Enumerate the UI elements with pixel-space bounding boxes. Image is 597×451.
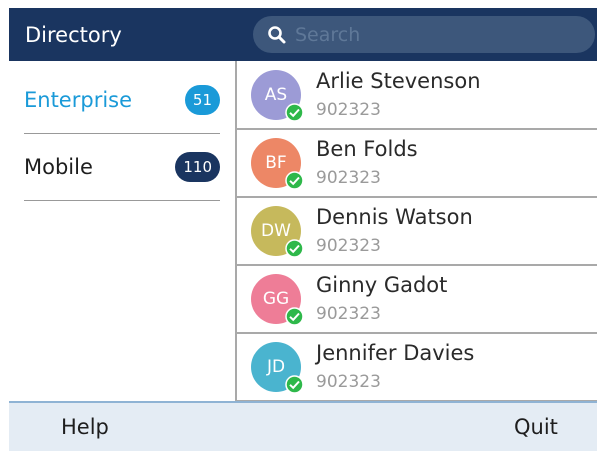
contact-name: Arlie Stevenson [316, 69, 481, 93]
contact-number: 902323 [316, 304, 381, 324]
quit-button[interactable]: Quit [514, 415, 558, 439]
contact-list[interactable]: AS Arlie Stevenson 902323 BF Ben Folds 9… [237, 61, 597, 401]
online-check-icon [285, 103, 304, 122]
contact-row[interactable]: JD Jennifer Davies 902323 [237, 333, 597, 401]
count-badge: 51 [184, 84, 220, 115]
contact-number: 902323 [316, 168, 381, 188]
online-check-icon [285, 307, 304, 326]
sidebar-item-mobile[interactable]: Mobile 110 [24, 133, 220, 201]
contact-name: Ben Folds [316, 137, 418, 161]
contact-row[interactable]: BF Ben Folds 902323 [237, 129, 597, 198]
count-badge: 110 [175, 151, 220, 182]
page-title: Directory [25, 22, 122, 47]
contact-number: 902323 [316, 372, 381, 392]
contact-row[interactable]: AS Arlie Stevenson 902323 [237, 61, 597, 130]
search-icon [268, 25, 286, 43]
search-box[interactable] [253, 16, 595, 53]
help-button[interactable]: Help [61, 415, 109, 439]
contact-row[interactable]: DW Dennis Watson 902323 [237, 197, 597, 266]
online-check-icon [285, 239, 304, 258]
contact-name: Jennifer Davies [316, 341, 475, 365]
sidebar-item-label: Enterprise [24, 87, 133, 112]
sidebar: Enterprise 51 Mobile 110 [9, 61, 235, 401]
sidebar-item-enterprise[interactable]: Enterprise 51 [24, 66, 220, 134]
online-check-icon [285, 171, 304, 190]
footer-bar: Help Quit [9, 401, 597, 451]
contact-row[interactable]: GG Ginny Gadot 902323 [237, 265, 597, 334]
sidebar-item-label: Mobile [24, 154, 93, 179]
contact-number: 902323 [316, 100, 381, 120]
online-check-icon [285, 375, 304, 394]
contact-name: Dennis Watson [316, 205, 473, 229]
contact-number: 902323 [316, 236, 381, 256]
contact-name: Ginny Gadot [316, 273, 448, 297]
search-input[interactable] [295, 23, 575, 46]
